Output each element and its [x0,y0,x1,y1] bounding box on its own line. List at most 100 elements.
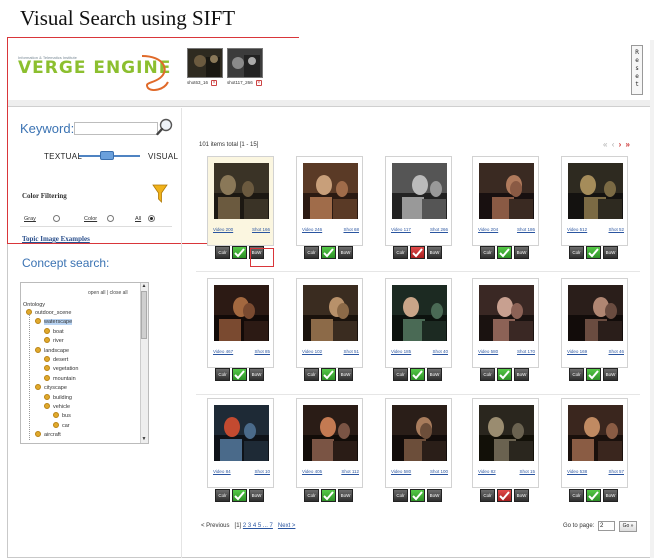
video-link[interactable]: Video 405 [302,469,322,474]
tree-scrollbar-thumb[interactable] [141,291,147,339]
tree-item[interactable]: vegetation [44,365,78,372]
video-link[interactable]: Video 102 [302,349,322,354]
video-link[interactable]: Video 580 [478,349,498,354]
video-link[interactable]: Video 246 [302,227,322,232]
shot-link[interactable]: Shot 170 [517,349,535,354]
next-link[interactable]: Next > [278,523,296,529]
result-thumbnail[interactable] [303,285,358,341]
radio-all[interactable] [148,215,155,222]
previous-link[interactable]: < Previous [201,523,230,529]
video-link[interactable]: Video 82 [478,469,496,474]
result-thumbnail[interactable] [214,285,269,341]
color-search-button[interactable]: Colr [569,489,584,502]
video-link[interactable]: Video 169 [567,349,587,354]
tree-item[interactable]: car [53,421,70,429]
add-relevant-icon[interactable] [321,368,336,381]
bow-search-button[interactable]: BoW [338,246,353,259]
bow-search-button[interactable]: BoW [249,489,264,502]
color-search-button[interactable]: Colr [480,489,495,502]
result-card[interactable]: Video 185 Shot 40 [385,278,452,368]
go-to-page-input[interactable]: 2 [598,521,615,531]
tree-item[interactable]: desert [44,356,68,363]
color-search-button[interactable]: Colr [215,489,230,502]
result-thumbnail[interactable] [479,405,534,461]
selected-thumbnail[interactable] [227,48,263,78]
add-relevant-icon[interactable] [232,246,247,259]
bow-search-button[interactable]: BoW [603,368,618,381]
video-link[interactable]: Video 185 [391,349,411,354]
color-search-button[interactable]: Colr [393,368,408,381]
video-link[interactable]: Video 580 [391,469,411,474]
radio-color[interactable] [107,215,114,222]
video-link[interactable]: Video 117 [391,227,411,232]
result-card[interactable]: Video 538 Shot 57 [561,398,628,488]
result-card[interactable]: Video 102 Shot 51 [296,278,363,368]
bow-search-button[interactable]: BoW [427,489,442,502]
shot-link[interactable]: Shot 186 [517,227,535,232]
result-card[interactable]: Video 512 Shot 52 [561,156,628,246]
color-search-button[interactable]: Colr [304,489,319,502]
video-link[interactable]: Video 204 [478,227,498,232]
add-relevant-icon[interactable] [586,246,601,259]
tree-open-close-all[interactable]: open all | close all [88,290,128,296]
tree-item[interactable]: aircraft [35,431,61,438]
result-thumbnail[interactable] [214,405,269,461]
bow-search-button[interactable]: BoW [514,246,529,259]
color-search-button[interactable]: Colr [569,368,584,381]
bow-search-button[interactable]: BoW [249,368,264,381]
result-card[interactable]: Video 169 Shot 46 [561,278,628,368]
go-button[interactable]: Go » [619,521,637,532]
shot-link[interactable]: Shot 52 [608,227,624,232]
pager-arrows[interactable]: « ‹ › » [603,140,631,149]
tree-item[interactable]: cityscape [35,384,67,391]
bow-search-button[interactable]: BoW [338,368,353,381]
shot-link[interactable]: Shot 10 [254,469,270,474]
add-relevant-icon[interactable] [410,368,425,381]
page-links[interactable]: 2 3 4 5 ... 7 [243,523,273,529]
bow-search-button[interactable]: BoW [514,368,529,381]
shot-link[interactable]: Shot 46 [608,349,624,354]
color-search-button[interactable]: Colr [304,368,319,381]
shot-link[interactable]: Shot 51 [343,349,359,354]
bow-search-button[interactable]: BoW [427,368,442,381]
add-relevant-icon[interactable] [232,489,247,502]
color-search-button[interactable]: Colr [215,246,230,259]
video-link[interactable]: Video 538 [567,469,587,474]
color-search-button[interactable]: Colr [304,246,319,259]
color-search-button[interactable]: Colr [393,489,408,502]
result-card[interactable]: Video 405 Shot 112 [296,398,363,488]
filter-funnel-icon[interactable] [152,184,168,204]
reset-button[interactable]: Reset [631,45,643,95]
video-link[interactable]: Video 200 [213,227,233,232]
shot-link[interactable]: Shot 112 [341,469,359,474]
video-link[interactable]: Video 512 [567,227,587,232]
shot-link[interactable]: Shot 85 [254,349,270,354]
search-icon[interactable] [156,118,174,136]
tree-item[interactable]: landscape [35,346,69,354]
result-thumbnail[interactable] [303,405,358,461]
result-card[interactable]: Video 580 Shot 100 [385,398,452,488]
tree-item[interactable]: boat [44,327,64,335]
tree-item[interactable]: waterscape [35,318,73,326]
selected-thumbnail[interactable] [187,48,223,78]
topic-image-examples-link[interactable]: Topic Image Examples [22,235,90,243]
shot-link[interactable]: Shot 15 [519,469,535,474]
color-search-button[interactable]: Colr [215,368,230,381]
result-card[interactable]: Video 200 Shot 166 [207,156,274,246]
result-thumbnail[interactable] [568,285,623,341]
video-link[interactable]: Video 467 [213,349,233,354]
add-relevant-icon[interactable] [410,489,425,502]
add-relevant-icon[interactable] [497,246,512,259]
add-relevant-icon[interactable] [586,368,601,381]
textual-visual-slider-thumb[interactable] [100,151,115,160]
relevant-check-icon[interactable] [497,489,512,502]
shot-link[interactable]: Shot 266 [430,227,448,232]
last-page-icon[interactable]: » [626,140,631,149]
result-thumbnail[interactable] [392,163,447,219]
result-thumbnail[interactable] [568,163,623,219]
shot-link[interactable]: Shot 166 [252,227,270,232]
first-page-icon[interactable]: « [603,140,608,149]
prev-page-icon[interactable]: ‹ [612,140,616,149]
add-relevant-icon[interactable] [321,246,336,259]
result-card[interactable]: Video 246 Shot 68 [296,156,363,246]
